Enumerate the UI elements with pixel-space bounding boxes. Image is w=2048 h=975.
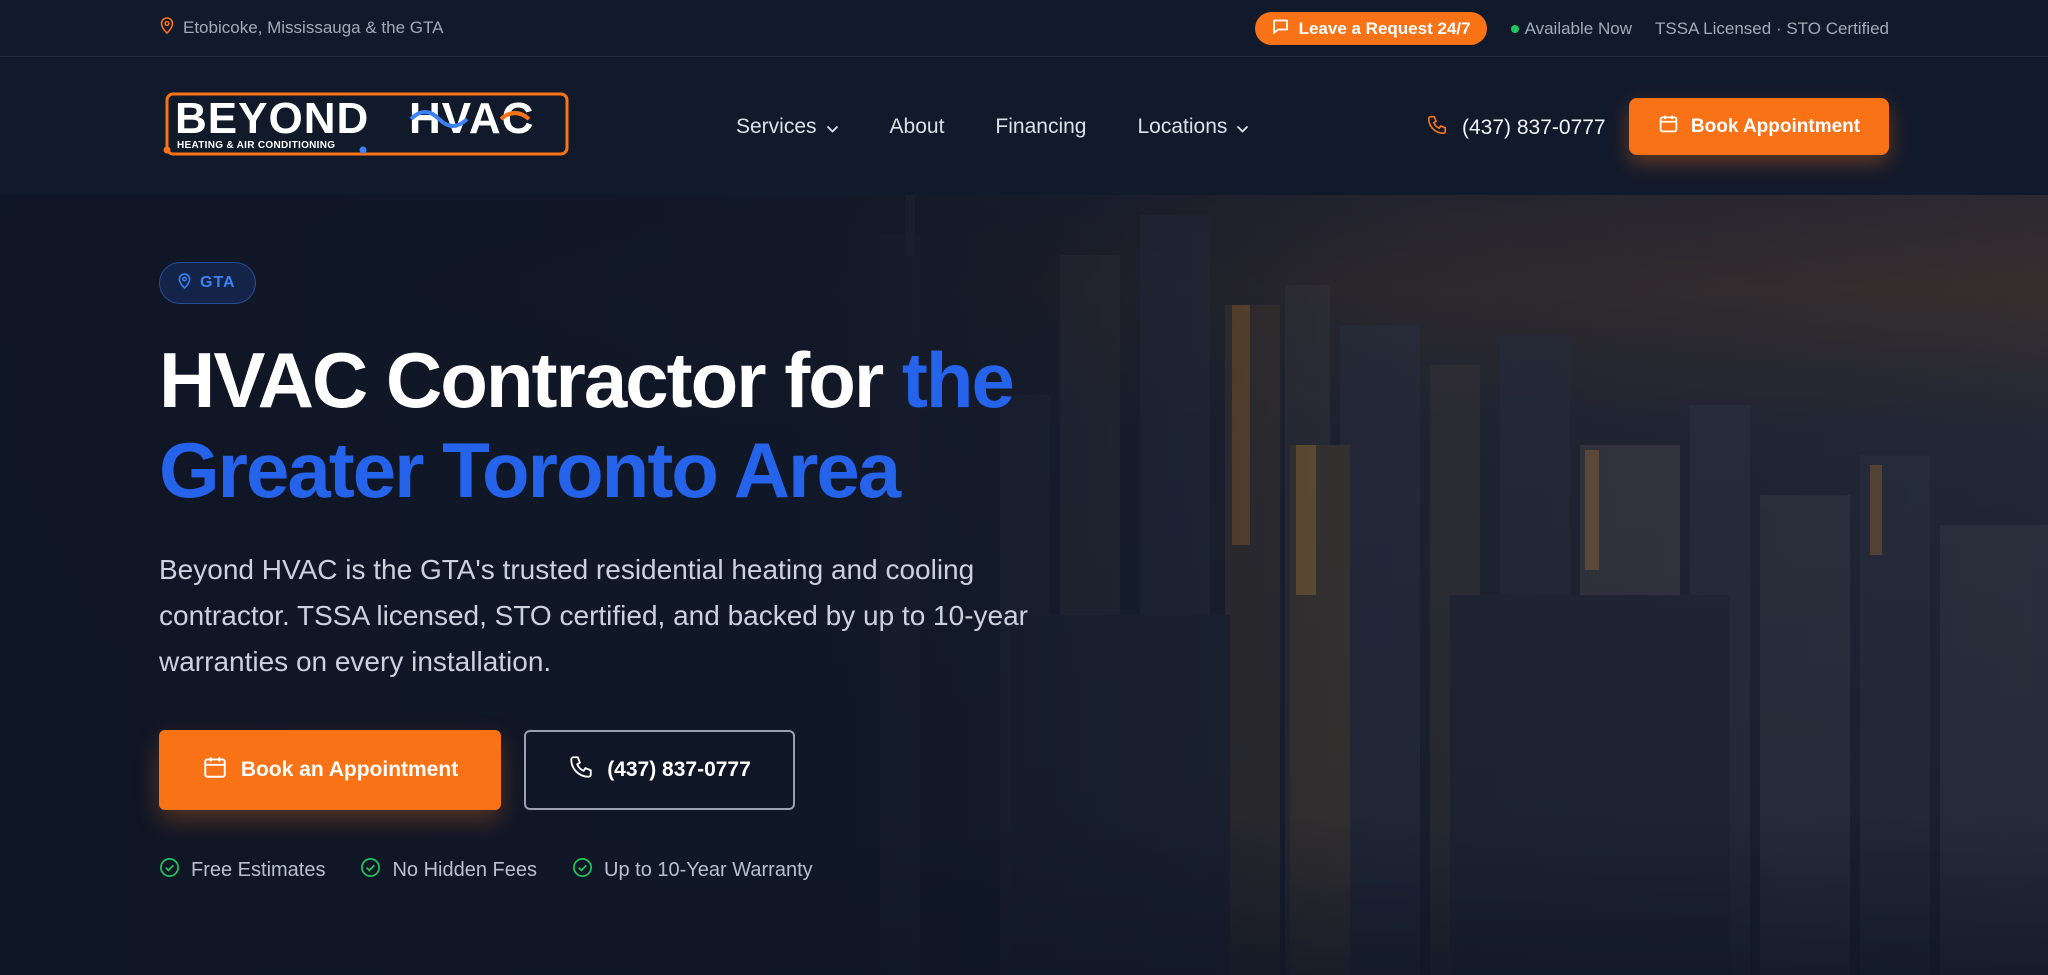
phone-icon xyxy=(1426,114,1448,142)
headline-plain: HVAC Contractor for xyxy=(159,336,902,424)
calendar-icon xyxy=(1658,113,1679,140)
perk-label: No Hidden Fees xyxy=(392,859,538,881)
perk-label: Free Estimates xyxy=(191,859,326,881)
check-circle-icon xyxy=(572,857,593,884)
nav-item-label: Services xyxy=(736,114,817,138)
availability-status: Available Now xyxy=(1510,18,1632,39)
service-area-text: Etobicoke, Mississauga & the GTA xyxy=(183,18,444,37)
chevron-down-icon xyxy=(826,115,839,139)
nav-phone-number: (437) 837-0777 xyxy=(1462,116,1606,139)
calendar-icon xyxy=(202,754,228,786)
beyond-hvac-logo[interactable]: BEYOND HVAC HEATING & AIR CONDITIONING xyxy=(163,92,571,156)
status-dot xyxy=(1510,24,1519,33)
nav-item-services[interactable]: Services xyxy=(736,115,839,139)
main-nav: BEYOND HVAC HEATING & AIR CONDITIONING S… xyxy=(0,58,2048,195)
perk-item: No Hidden Fees xyxy=(360,857,537,884)
availability-text: Available Now xyxy=(1524,18,1632,38)
region-badge-label: GTA xyxy=(200,274,236,291)
nav-item-label: Locations xyxy=(1137,114,1228,138)
book-appointment-button[interactable]: Book Appointment xyxy=(1629,98,1889,155)
nav-item-locations[interactable]: Locations xyxy=(1137,115,1249,139)
svg-text:HEATING & AIR CONDITIONING: HEATING & AIR CONDITIONING xyxy=(177,140,335,151)
map-pin-icon xyxy=(160,17,174,39)
hero-section: GTA HVAC Contractor for the Greater Toron… xyxy=(0,195,2048,975)
top-bar: Etobicoke, Mississauga & the GTA Leave a… xyxy=(0,0,2048,57)
nav-menu: Services About Financing Locations xyxy=(736,58,1249,195)
book-an-appointment-label: Book an Appointment xyxy=(240,758,459,781)
nav-item-label: About xyxy=(889,114,945,138)
perk-label: Up to 10-Year Warranty xyxy=(604,859,813,881)
nav-item-about[interactable]: About xyxy=(890,115,945,139)
leave-request-button[interactable]: Leave a Request 24/7 xyxy=(1254,12,1487,45)
phone-icon xyxy=(568,754,594,786)
hero-description: Beyond HVAC is the GTA's trusted residen… xyxy=(159,554,1028,677)
map-pin-icon xyxy=(178,272,191,294)
perk-item: Up to 10-Year Warranty xyxy=(572,857,813,884)
hero-headline: HVAC Contractor for the Greater Toronto A… xyxy=(159,335,1159,515)
chevron-down-icon xyxy=(1236,115,1249,139)
headline-accent-line2: Greater Toronto Area xyxy=(159,426,901,514)
check-circle-icon xyxy=(159,857,180,884)
call-phone-label: (437) 837-0777 xyxy=(607,758,751,781)
service-area: Etobicoke, Mississauga & the GTA xyxy=(160,17,443,39)
hero-bottom-fade xyxy=(0,815,2048,975)
leave-request-label: Leave a Request 24/7 xyxy=(1298,18,1471,38)
license-text: TSSA Licensed · STO Certified xyxy=(1654,18,1889,38)
region-badge: GTA xyxy=(159,262,256,304)
perks-list: Free Estimates No Hidden Fees Up to 10-Y… xyxy=(159,857,813,884)
check-circle-icon xyxy=(360,857,381,884)
headline-accent: the xyxy=(901,336,1015,424)
book-appointment-label: Book Appointment xyxy=(1690,115,1861,137)
svg-text:BEYOND: BEYOND xyxy=(175,94,369,143)
perk-item: Free Estimates xyxy=(159,857,325,884)
nav-item-label: Financing xyxy=(995,114,1087,138)
message-icon xyxy=(1272,18,1289,40)
book-an-appointment-button[interactable]: Book an Appointment xyxy=(159,730,501,810)
svg-text:HVAC: HVAC xyxy=(409,94,534,143)
call-phone-button[interactable]: (437) 837-0777 xyxy=(524,730,795,810)
nav-phone-link[interactable]: (437) 837-0777 xyxy=(1426,114,1606,142)
nav-item-financing[interactable]: Financing xyxy=(995,115,1086,139)
